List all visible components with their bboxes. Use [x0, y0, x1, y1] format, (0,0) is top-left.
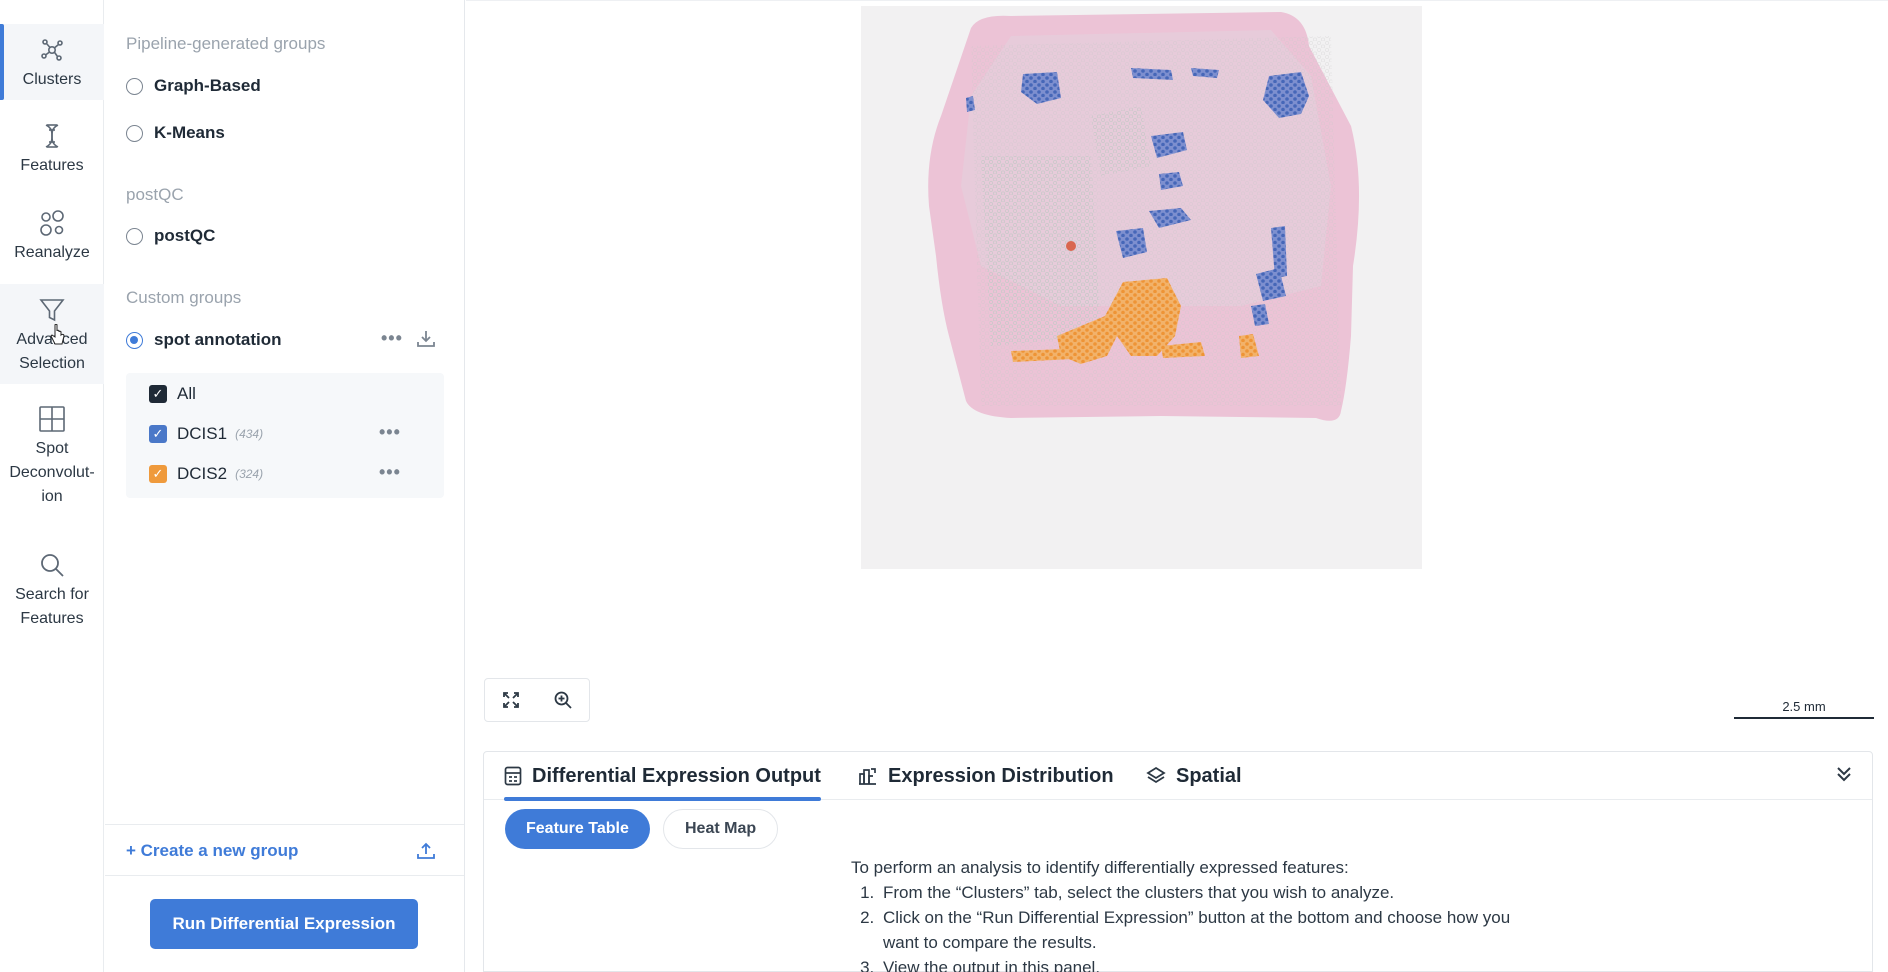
instructions-intro: To perform an analysis to identify diffe…	[851, 858, 1349, 877]
pipeline-groups-title: Pipeline-generated groups	[126, 34, 326, 53]
radio-kmeans-label: K-Means	[154, 123, 225, 142]
expand-icon	[503, 692, 519, 708]
dcis1-count: (434)	[235, 427, 264, 441]
rail-item-search-features[interactable]: Search for Features	[0, 545, 104, 635]
instruction-step: Click on the “Run Differential Expressio…	[879, 905, 1529, 955]
spatial-viewer[interactable]: 2.5 mm	[466, 0, 1888, 740]
clusters-icon	[41, 39, 63, 61]
create-group-link[interactable]: + Create a new group	[126, 841, 298, 861]
rail-label-clusters: Clusters	[22, 71, 82, 88]
instructions-steps: From the “Clusters” tab, select the clus…	[851, 880, 1529, 972]
run-differential-expression-button[interactable]: Run Differential Expression	[150, 899, 418, 949]
search-icon	[41, 554, 64, 577]
spot-annotation-subgroups: ✓ All ✓ DCIS1 (434) ••• ✓ DCIS2 (324) ••…	[126, 373, 444, 498]
postqc-title: postQC	[126, 185, 184, 204]
scale-bar-label: 2.5 mm	[1782, 699, 1826, 714]
checkbox-dcis1[interactable]: ✓ DCIS1 (434)	[149, 424, 263, 444]
rail-label-reanalyze: Reanalyze	[14, 244, 90, 261]
checkbox-all-label: All	[177, 384, 196, 403]
tab-differential-expression-output-label: Differential Expression Output	[532, 764, 821, 787]
de-instructions: To perform an analysis to identify diffe…	[851, 855, 1529, 972]
spot-annotation-more-icon[interactable]: •••	[381, 328, 403, 349]
checkbox-dcis2-control[interactable]: ✓	[149, 465, 167, 483]
upload-icon[interactable]	[416, 841, 436, 861]
checkbox-all[interactable]: ✓ All	[149, 384, 196, 404]
zoom-in-button[interactable]	[537, 679, 589, 721]
dcis1-more-icon[interactable]: •••	[379, 422, 401, 443]
radio-spot-annotation-control[interactable]	[126, 331, 143, 349]
reanalyze-icon	[40, 210, 64, 236]
rail-item-reanalyze[interactable]: Reanalyze	[0, 197, 104, 273]
dcis2-count: (324)	[235, 467, 264, 481]
mouse-cursor-icon	[50, 324, 65, 345]
filter-icon	[39, 299, 65, 322]
tab-differential-expression-output[interactable]: Differential Expression Output	[504, 762, 821, 801]
download-icon[interactable]	[416, 329, 436, 349]
tab-spatial-label: Spatial	[1176, 764, 1242, 787]
radio-postqc-label: postQC	[154, 226, 216, 245]
dcis2-more-icon[interactable]: •••	[379, 462, 401, 483]
checkbox-dcis2-label: DCIS2	[177, 464, 228, 483]
tissue-image[interactable]	[861, 6, 1422, 569]
instruction-step: From the “Clusters” tab, select the clus…	[879, 880, 1529, 905]
grid-icon	[39, 406, 65, 432]
viewer-toolbar	[484, 678, 590, 722]
feature-table-button[interactable]: Feature Table	[505, 809, 650, 849]
fit-to-screen-button[interactable]	[485, 679, 537, 721]
rail-label-search-features: Search for Features	[15, 586, 89, 627]
rail-item-spot-deconvolution[interactable]: Spot Deconvolut-ion	[0, 397, 104, 517]
table-icon	[504, 766, 522, 786]
radio-spot-annotation[interactable]: spot annotation	[126, 330, 281, 350]
radio-spot-annotation-label: spot annotation	[154, 330, 282, 349]
checkbox-dcis1-control[interactable]: ✓	[149, 425, 167, 443]
radio-graph-based-control[interactable]	[126, 77, 143, 95]
rail-item-features[interactable]: Features	[0, 110, 104, 186]
checkbox-dcis1-label: DCIS1	[177, 424, 228, 443]
scale-bar: 2.5 mm	[1734, 699, 1874, 719]
tab-expression-distribution-label: Expression Distribution	[888, 764, 1114, 787]
scale-bar-line	[1734, 717, 1874, 719]
checkbox-dcis2[interactable]: ✓ DCIS2 (324)	[149, 464, 263, 484]
radio-postqc[interactable]: postQC	[126, 226, 215, 246]
heat-map-button[interactable]: Heat Map	[663, 809, 779, 849]
checkbox-all-control[interactable]: ✓	[149, 385, 167, 403]
distribution-icon	[859, 768, 876, 785]
output-panel: Differential Expression Output Expressio…	[483, 751, 1873, 972]
tab-spatial[interactable]: Spatial	[1146, 762, 1242, 790]
output-tabs: Differential Expression Output Expressio…	[484, 752, 1872, 801]
radio-graph-based[interactable]: Graph-Based	[126, 76, 261, 96]
collapse-chevrons-icon[interactable]	[1834, 764, 1854, 784]
rail-label-features: Features	[20, 157, 84, 174]
rail-item-clusters[interactable]: Clusters	[0, 24, 104, 100]
instruction-step: View the output in this panel.	[879, 955, 1529, 972]
radio-kmeans[interactable]: K-Means	[126, 123, 225, 143]
radio-postqc-control[interactable]	[126, 227, 143, 245]
icon-rail: Clusters Features Reanalyze Advanced Sel…	[0, 0, 104, 972]
radio-kmeans-control[interactable]	[126, 124, 143, 142]
features-icon	[45, 124, 59, 148]
rail-label-spot-deconvolution: Spot Deconvolut-ion	[9, 440, 95, 505]
custom-groups-title: Custom groups	[126, 288, 242, 307]
layers-icon	[1146, 766, 1166, 784]
groups-panel: Pipeline-generated groups Graph-Based K-…	[105, 0, 465, 972]
zoom-in-icon	[554, 691, 572, 709]
tab-expression-distribution[interactable]: Expression Distribution	[858, 762, 1114, 790]
radio-graph-based-label: Graph-Based	[154, 76, 261, 95]
create-group-row: + Create a new group	[105, 824, 464, 876]
